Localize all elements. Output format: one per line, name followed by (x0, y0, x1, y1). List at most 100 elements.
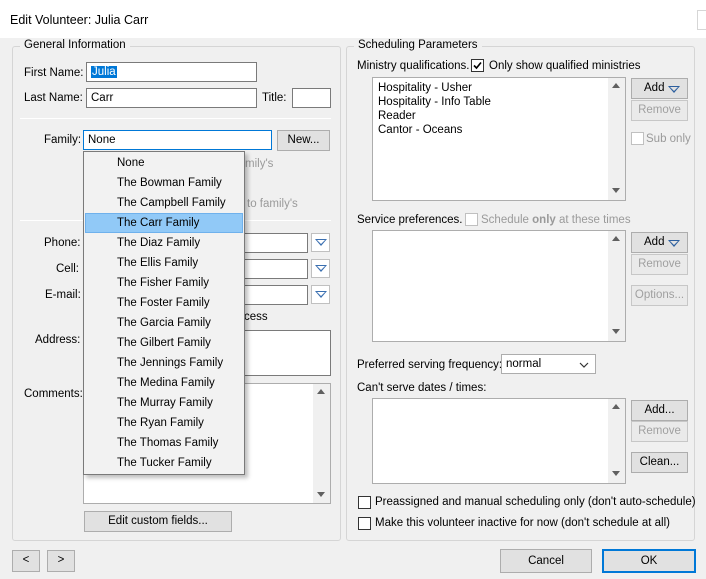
phone-label: Phone: (44, 237, 81, 249)
ministry-list-items: Hospitality - Usher Hospitality - Info T… (378, 81, 491, 137)
last-name-input[interactable]: Carr (86, 88, 257, 108)
first-name-label: First Name: (24, 67, 84, 79)
ministry-add-label: Add (644, 82, 665, 94)
pref-freq-select[interactable]: normal (501, 354, 596, 374)
service-pref-list[interactable] (372, 230, 626, 342)
new-family-button[interactable]: New... (277, 130, 330, 151)
ministry-item[interactable]: Hospitality - Info Table (378, 95, 491, 109)
ministry-list[interactable]: Hospitality - Usher Hospitality - Info T… (372, 77, 626, 201)
next-volunteer-button[interactable]: > (47, 550, 75, 572)
family-hint-line1: mily's (245, 158, 274, 170)
scroll-up-icon[interactable] (612, 83, 620, 88)
family-option[interactable]: The Gilbert Family (85, 333, 243, 353)
cell-input[interactable] (244, 259, 308, 279)
only-qualified-checkbox[interactable] (471, 59, 484, 72)
chevron-down-icon (579, 362, 589, 368)
window-title: Edit Volunteer: Julia Carr (10, 13, 149, 27)
edit-custom-fields-button[interactable]: Edit custom fields... (84, 511, 232, 532)
sub-only-label: Sub only (646, 133, 691, 145)
close-button-edge[interactable] (697, 10, 706, 30)
cell-label: Cell: (56, 263, 80, 275)
family-option[interactable]: The Thomas Family (85, 433, 243, 453)
family-option[interactable]: The Tucker Family (85, 453, 243, 473)
ministry-item[interactable]: Reader (378, 109, 491, 123)
title-input[interactable] (292, 88, 331, 108)
family-option[interactable]: The Bowman Family (85, 173, 243, 193)
preassigned-checkbox[interactable] (358, 496, 371, 509)
scroll-up-icon[interactable] (612, 236, 620, 241)
inactive-label: Make this volunteer inactive for now (do… (375, 517, 670, 529)
service-scrollbar[interactable] (608, 231, 625, 341)
first-name-input[interactable]: Julia (86, 62, 257, 82)
first-name-value: Julia (91, 66, 117, 78)
scroll-down-icon[interactable] (612, 329, 620, 334)
options-button[interactable]: Options... (631, 285, 688, 306)
family-option[interactable]: None (85, 153, 243, 173)
address-input[interactable] (244, 330, 331, 376)
ok-button[interactable]: OK (602, 549, 696, 573)
email-input[interactable] (244, 285, 308, 305)
family-combo[interactable]: None (83, 130, 272, 150)
service-add-button[interactable]: Add (631, 232, 688, 253)
previous-volunteer-button[interactable]: < (12, 550, 40, 572)
cant-serve-scrollbar[interactable] (608, 399, 625, 483)
service-remove-button[interactable]: Remove (631, 254, 688, 275)
family-option[interactable]: The Medina Family (85, 373, 243, 393)
last-name-label: Last Name: (24, 92, 83, 104)
family-option[interactable]: The Jennings Family (85, 353, 243, 373)
scroll-up-icon[interactable] (612, 404, 620, 409)
cant-serve-list[interactable] (372, 398, 626, 484)
ministry-item[interactable]: Hospitality - Usher (378, 81, 491, 95)
service-pref-label: Service preferences. (357, 214, 463, 226)
phone-type-dropdown[interactable] (311, 233, 330, 252)
service-add-label: Add (644, 236, 665, 248)
phone-input[interactable] (244, 233, 308, 253)
pref-freq-label: Preferred serving frequency: (357, 359, 503, 371)
family-option[interactable]: The Fisher Family (85, 273, 243, 293)
cant-serve-add-button[interactable]: Add... (631, 400, 688, 421)
ministry-scrollbar[interactable] (608, 78, 625, 200)
scheduling-legend: Scheduling Parameters (354, 39, 482, 51)
scroll-up-icon[interactable] (317, 389, 325, 394)
cant-serve-label: Can't serve dates / times: (357, 382, 487, 394)
access-label-suffix: cess (244, 311, 268, 323)
family-label: Family: (44, 134, 82, 146)
email-label: E-mail: (45, 289, 81, 301)
general-info-legend: General Information (20, 39, 130, 51)
sub-only-checkbox[interactable] (631, 132, 644, 145)
schedule-only-checkbox[interactable] (465, 213, 478, 226)
inactive-checkbox[interactable] (358, 517, 371, 530)
family-option[interactable]: The Diaz Family (85, 233, 243, 253)
scroll-down-icon[interactable] (612, 188, 620, 193)
title-label: Title: (262, 92, 287, 104)
address-label: Address: (35, 334, 81, 346)
schedule-only-label: Schedule only at these times (481, 214, 631, 226)
ministry-remove-button[interactable]: Remove (631, 100, 688, 121)
family-option[interactable]: The Murray Family (85, 393, 243, 413)
scroll-down-icon[interactable] (612, 471, 620, 476)
title-bar: Edit Volunteer: Julia Carr (0, 0, 706, 38)
ministry-item[interactable]: Cantor - Oceans (378, 123, 491, 137)
family-dropdown-items: None The Bowman Family The Campbell Fami… (85, 153, 243, 473)
only-qualified-label: Only show qualified ministries (489, 60, 641, 72)
cancel-button[interactable]: Cancel (500, 549, 592, 573)
ministry-qual-label: Ministry qualifications. (357, 60, 470, 72)
family-option[interactable]: The Ellis Family (85, 253, 243, 273)
pref-freq-value: normal (506, 358, 542, 370)
cant-serve-clean-button[interactable]: Clean... (631, 452, 688, 473)
family-option[interactable]: The Campbell Family (85, 193, 243, 213)
scroll-down-icon[interactable] (317, 492, 325, 497)
email-type-dropdown[interactable] (311, 285, 330, 304)
family-option[interactable]: The Garcia Family (85, 313, 243, 333)
cant-serve-remove-button[interactable]: Remove (631, 421, 688, 442)
preassigned-label: Preassigned and manual scheduling only (… (375, 496, 696, 508)
family-hint-line2: to family's (247, 198, 298, 210)
family-option-selected[interactable]: The Carr Family (85, 213, 243, 233)
family-option[interactable]: The Foster Family (85, 293, 243, 313)
general-separator-1 (20, 118, 331, 119)
cell-type-dropdown[interactable] (311, 259, 330, 278)
family-option[interactable]: The Ryan Family (85, 413, 243, 433)
checkmark-icon (473, 61, 482, 70)
ministry-add-button[interactable]: Add (631, 78, 688, 99)
comments-scrollbar[interactable] (313, 384, 330, 503)
